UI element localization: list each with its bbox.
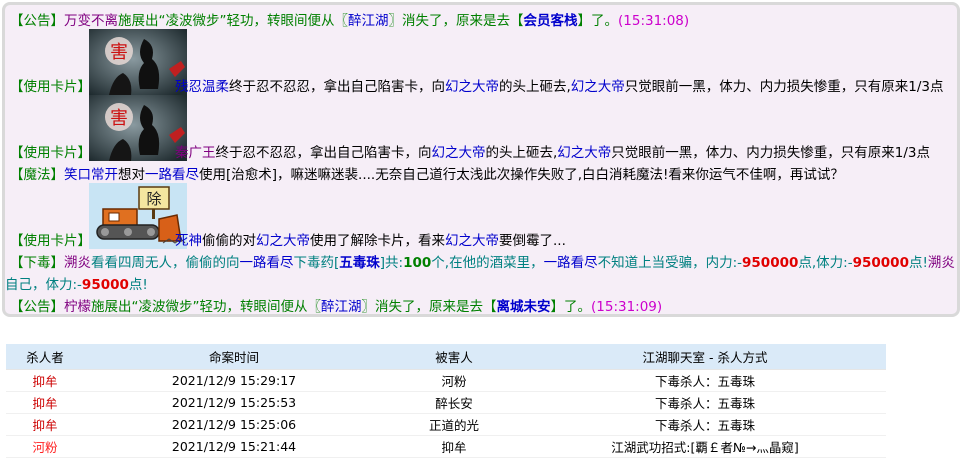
chat-tag: 【使用卡片】 <box>10 233 91 249</box>
chat-target[interactable]: 幻之大帝 <box>432 145 486 161</box>
chat-line-card: 【使用卡片】 死神偷偷的对幻之大帝使用了解除卡片，看来幻之大帝要倒霉了... <box>10 231 566 251</box>
header-time: 命案时间 <box>208 350 259 365</box>
table-header-row: 杀人者 命案时间 被害人 江湖聊天室 - 杀人方式 <box>6 344 886 370</box>
chat-text: ]共: <box>379 255 404 271</box>
chat-tag: 【使用卡片】 <box>10 145 91 161</box>
chat-time: (15:31:09) <box>591 299 663 315</box>
chat-tag: 【公告】 <box>10 13 64 29</box>
cell-method: 下毒杀人：五毒珠 <box>524 413 886 436</box>
cell-victim: 正道的光 <box>384 413 524 436</box>
chat-text: 终于忍不忍忍，拿出自己陷害卡，向 <box>215 145 432 161</box>
header-killer: 杀人者 <box>26 350 64 365</box>
chat-text: 施展出“凌波微步”轻功，转眼间便从〖 <box>118 13 348 29</box>
cell-time: 2021/12/9 15:25:53 <box>84 391 384 414</box>
chat-damage: 950000 <box>852 255 909 271</box>
chat-target[interactable]: 一路看尽 <box>240 255 294 271</box>
chat-line-announcement: 【公告】柠檬施展出“凌波微步”轻功，转眼间便从〖醉江湖〗消失了，原来是去【离城未… <box>10 297 663 315</box>
chat-actor[interactable]: 溯炎 <box>64 255 91 271</box>
chat-line-card: 【使用卡片】 秦广王终于忍不忍忍，拿出自己陷害卡，向幻之大帝的头上砸去,幻之大帝只… <box>10 143 930 163</box>
chat-target[interactable]: 幻之大帝 <box>445 79 499 95</box>
chat-text: 〗消失了，原来是去【 <box>388 13 524 29</box>
chat-destination: 离城未安 <box>496 299 551 315</box>
chat-text: 使用了解除卡片，看来 <box>310 233 445 249</box>
cell-method: 江湖武功招式:[覇￡者№→灬晶窥] <box>524 435 886 458</box>
svg-text:除: 除 <box>146 190 161 208</box>
chat-item: 五毒珠 <box>339 255 380 271</box>
chat-line-card: 【使用卡片】 残忍温柔终于忍不忍忍，拿出自己陷害卡，向幻之大帝的头上砸去,幻之大帝… <box>10 77 944 97</box>
chat-line-magic: 【魔法】笑口常开想对一路看尽使用[治愈术]，嘛迷嘛迷裴....无奈自己道行太浅此… <box>10 165 844 185</box>
chat-text: 个,在他的酒菜里， <box>431 255 544 271</box>
cell-time: 2021/12/9 15:25:06 <box>84 413 384 436</box>
kill-record-table: 杀人者 命案时间 被害人 江湖聊天室 - 杀人方式 抑牟 2021/12/9 1… <box>6 344 886 458</box>
chat-log[interactable]: 【公告】万变不离施展出“凌波微步”轻功，转眼间便从〖醉江湖〗消失了，原来是去【会… <box>2 2 960 317</box>
chat-text: 施展出“凌波微步”轻功，转眼间便从〖 <box>91 299 321 315</box>
cell-killer[interactable]: 抑牟 <box>6 413 84 436</box>
chat-actor[interactable]: 万变不离 <box>64 13 118 29</box>
chat-text: 〗消失了，原来是去【 <box>361 299 497 315</box>
chat-text: 不知道上当受骗，内力:- <box>597 255 743 271</box>
chat-target[interactable]: 一路看尽 <box>544 255 598 271</box>
chat-tag: 【魔法】 <box>10 167 64 183</box>
chat-target[interactable]: 幻之大帝 <box>571 79 625 95</box>
table-row: 河粉 2021/12/9 15:21:44 抑牟 江湖武功招式:[覇￡者№→灬晶… <box>6 435 886 458</box>
chat-damage: 95000 <box>81 277 129 293</box>
chat-text: 只觉眼前一黑，体力、内力损失惨重，只有原来1/3点 <box>611 145 931 161</box>
chat-damage: 950000 <box>742 255 799 271</box>
cell-time: 2021/12/9 15:29:17 <box>84 369 384 392</box>
table-row: 抑牟 2021/12/9 15:25:06 正道的光 下毒杀人：五毒珠 <box>6 413 886 436</box>
chat-text: 】了。 <box>550 299 592 315</box>
chat-text: 点! <box>908 255 928 271</box>
header-victim: 被害人 <box>435 350 473 365</box>
chat-destination: 会员客栈 <box>523 13 578 29</box>
chat-target[interactable]: 幻之大帝 <box>557 145 611 161</box>
table-row: 抑牟 2021/12/9 15:29:17 河粉 下毒杀人：五毒珠 <box>6 369 886 392</box>
chat-text: 要倒霉了... <box>499 233 566 249</box>
chat-text: 终于忍不忍忍，拿出自己陷害卡，向 <box>229 79 445 95</box>
table-row: 抑牟 2021/12/9 15:25:53 醉长安 下毒杀人：五毒珠 <box>6 391 886 414</box>
chat-place: 醉江湖 <box>321 299 362 315</box>
chat-text: 点,体力:- <box>798 255 853 271</box>
chat-actor[interactable]: 残忍温柔 <box>175 79 229 95</box>
chat-line-poison-cont: 自己，体力:-95000点! <box>5 275 148 295</box>
chat-text: 偷偷的对 <box>202 233 256 249</box>
chat-tag: 【公告】 <box>10 299 64 315</box>
svg-text:害: 害 <box>110 108 128 129</box>
cell-killer[interactable]: 河粉 <box>6 435 84 458</box>
cell-killer[interactable]: 抑牟 <box>6 391 84 414</box>
cell-method: 下毒杀人：五毒珠 <box>524 369 886 392</box>
chat-actor[interactable]: 溯炎 <box>928 255 955 271</box>
svg-text:害: 害 <box>110 42 128 63</box>
cell-victim: 抑牟 <box>384 435 524 458</box>
chat-tag: 【下毒】 <box>10 255 64 271</box>
chat-text: 自己，体力:- <box>5 277 82 293</box>
chat-count: 100 <box>403 255 432 271</box>
cell-time: 2021/12/9 15:21:44 <box>84 435 384 458</box>
chat-text: 想对 <box>118 167 145 183</box>
chat-line-poison: 【下毒】溯炎看看四周无人，偷偷的向一路看尽下毒药[五毒珠]共:100个,在他的酒… <box>10 253 955 273</box>
chat-time: (15:31:08) <box>618 13 690 29</box>
chat-text: 】了。 <box>577 13 619 29</box>
chat-target[interactable]: 幻之大帝 <box>256 233 310 249</box>
header-method: 江湖聊天室 - 杀人方式 <box>642 350 768 365</box>
chat-line-announcement: 【公告】万变不离施展出“凌波微步”轻功，转眼间便从〖醉江湖〗消失了，原来是去【会… <box>10 11 689 31</box>
cell-killer[interactable]: 抑牟 <box>6 369 84 392</box>
chat-text: 只觉眼前一黑，体力、内力损失惨重，只有原来1/3点 <box>624 79 944 95</box>
chat-text: 的头上砸去, <box>499 79 571 95</box>
chat-target[interactable]: 一路看尽 <box>145 167 199 183</box>
chat-tag: 【使用卡片】 <box>10 79 91 95</box>
chat-place: 醉江湖 <box>348 13 389 29</box>
chat-text: 看看四周无人，偷偷的向 <box>91 255 240 271</box>
cell-victim: 河粉 <box>384 369 524 392</box>
chat-text: 下毒药[ <box>293 255 340 271</box>
chat-actor[interactable]: 柠檬 <box>64 299 91 314</box>
cell-victim: 醉长安 <box>384 391 524 414</box>
chat-actor[interactable]: 秦广王 <box>175 145 216 161</box>
chat-text: 使用[治愈术]，嘛迷嘛迷裴....无奈自己道行太浅此次操作失败了,白白消耗魔法!… <box>199 167 844 183</box>
chat-actor[interactable]: 死神 <box>175 233 202 249</box>
chat-text: 的头上砸去, <box>485 145 558 161</box>
chat-target[interactable]: 幻之大帝 <box>445 233 499 249</box>
cell-method: 下毒杀人：五毒珠 <box>524 391 886 414</box>
chat-text: 点! <box>128 277 148 293</box>
chat-actor[interactable]: 笑口常开 <box>64 167 118 183</box>
